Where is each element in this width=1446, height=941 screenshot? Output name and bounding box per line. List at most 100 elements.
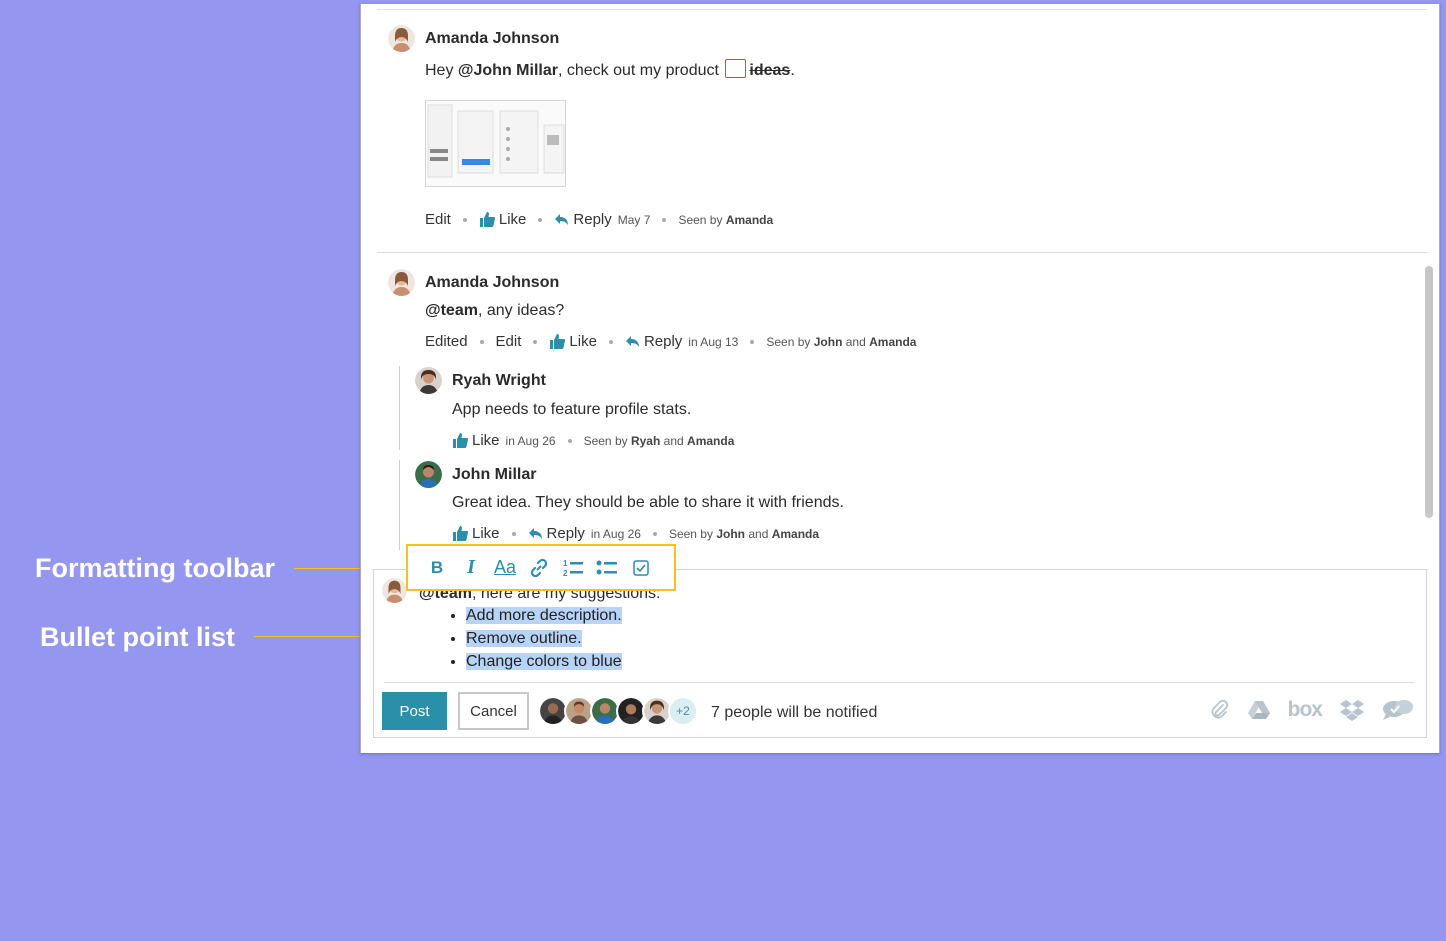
like-button[interactable]: Like — [452, 432, 500, 449]
seen-by: Seen by John and Amanda — [766, 335, 916, 349]
edit-link[interactable]: Edit — [425, 211, 451, 228]
reply-text: Great idea. They should be able to share… — [452, 494, 844, 511]
seen-by: Seen by Ryah and Amanda — [584, 434, 735, 448]
separator-dot — [538, 217, 543, 222]
reply-label: Reply — [546, 525, 585, 542]
seen-name: Amanda — [687, 433, 735, 448]
bullet-list[interactable]: Add more description. Remove outline. Ch… — [444, 604, 622, 673]
seen-by-prefix: Seen by — [678, 212, 723, 227]
reply-button[interactable]: Reply — [625, 333, 682, 350]
reply-author[interactable]: John Millar — [452, 466, 536, 484]
mention[interactable]: @John Millar — [458, 62, 558, 79]
thumbs-up-icon — [453, 433, 468, 448]
reply-button[interactable]: Reply — [528, 525, 585, 542]
mention[interactable]: @team — [425, 302, 478, 319]
list-item-text: Change colors to blue — [466, 653, 622, 670]
italic-button[interactable]: I — [454, 554, 488, 582]
avatar[interactable] — [388, 25, 415, 52]
timestamp: May 7 — [617, 212, 651, 227]
seen-and: and — [663, 433, 684, 448]
checkbox-icon — [633, 559, 649, 576]
link-icon — [530, 558, 548, 577]
list-item[interactable]: Remove outline. — [466, 627, 622, 650]
like-label: Like — [472, 525, 500, 542]
seen-name: Ryah — [630, 433, 661, 448]
comment-author[interactable]: Amanda Johnson — [425, 274, 559, 292]
chat-icon[interactable] — [1382, 699, 1414, 721]
separator-dot — [533, 339, 538, 344]
bold-icon: B — [430, 557, 444, 577]
like-label: Like — [569, 333, 597, 350]
like-button[interactable]: Like — [479, 211, 527, 228]
extra-count-badge[interactable]: +2 — [668, 696, 698, 726]
seen-name: Amanda — [771, 526, 820, 541]
bullet-list-button[interactable] — [590, 554, 624, 582]
seen-and: and — [748, 526, 769, 541]
reply-label: Reply — [573, 211, 612, 228]
edit-link[interactable]: Edit — [496, 333, 522, 350]
dropbox-icon[interactable] — [1340, 699, 1364, 721]
list-item-text: Remove outline. — [466, 630, 582, 647]
like-label: Like — [498, 211, 527, 228]
paperclip-icon[interactable] — [1208, 699, 1230, 721]
separator-dot — [608, 339, 613, 344]
comment-composer[interactable]: @team, here are my suggestions: Add more… — [373, 569, 1427, 738]
emoji-placeholder-icon — [725, 59, 747, 78]
avatar[interactable] — [415, 367, 442, 394]
attachment-thumbnail[interactable] — [425, 100, 566, 187]
thread-line — [399, 460, 400, 550]
callout-bullet-list: Bullet point list — [40, 622, 235, 652]
reply-author[interactable]: Ryah Wright — [452, 372, 546, 390]
reply-actions: Like in Aug 26 Seen by Ryah and Amanda — [452, 432, 734, 449]
separator-dot — [479, 339, 484, 344]
google-drive-icon[interactable] — [1247, 700, 1270, 720]
thread-line — [399, 366, 400, 450]
numbered-list-button[interactable]: 12 — [556, 554, 590, 582]
like-button[interactable]: Like — [452, 525, 500, 542]
box-icon[interactable]: box — [1288, 698, 1323, 722]
like-button[interactable]: Like — [549, 333, 597, 350]
seen-and: and — [845, 334, 866, 349]
comment-text-mid: , check out my product — [557, 62, 719, 79]
seen-name: Amanda — [869, 334, 917, 349]
thumbs-up-icon — [550, 334, 566, 349]
list-item[interactable]: Change colors to blue — [466, 650, 622, 673]
scrollbar[interactable] — [1425, 266, 1433, 518]
post-button[interactable]: Post — [382, 692, 447, 730]
reply-arrow-icon — [555, 214, 569, 225]
seen-by: Seen by John and Amanda — [669, 527, 819, 541]
separator-dot — [462, 217, 467, 222]
reply-actions: Like Reply in Aug 26 Seen by John and Am… — [452, 525, 819, 542]
cancel-button[interactable]: Cancel — [458, 692, 529, 730]
integrations-bar: box — [1208, 698, 1414, 722]
comment-text-prefix: Hey — [425, 62, 458, 79]
link-button[interactable] — [522, 554, 556, 582]
checkbox-button[interactable] — [624, 554, 658, 582]
reply-button[interactable]: Reply — [554, 211, 612, 228]
svg-text:1: 1 — [563, 559, 568, 568]
seen-by-prefix: Seen by — [583, 433, 628, 448]
list-item[interactable]: Add more description. — [466, 604, 622, 627]
timestamp: in Aug 26 — [590, 526, 641, 541]
comment-text-suffix: . — [790, 62, 795, 79]
bullet-list-icon — [596, 560, 617, 574]
separator-dot — [662, 217, 667, 222]
reply-arrow-icon — [528, 528, 542, 539]
font-size-button[interactable]: Aa — [488, 554, 522, 582]
separator-dot — [511, 531, 516, 536]
avatar[interactable] — [388, 269, 415, 296]
separator-dot — [652, 531, 657, 536]
strikethrough-word: ideas — [749, 62, 791, 79]
comment-author[interactable]: Amanda Johnson — [425, 30, 559, 48]
italic-icon: I — [467, 556, 475, 578]
comment-text: @team, any ideas? — [425, 302, 564, 320]
divider — [377, 9, 1427, 10]
svg-text:2: 2 — [563, 569, 568, 578]
list-item-text: Add more description. — [466, 607, 622, 624]
avatar[interactable] — [415, 461, 442, 488]
like-label: Like — [472, 432, 500, 449]
seen-by-prefix: Seen by — [766, 334, 811, 349]
bold-button[interactable]: B — [420, 554, 454, 582]
font-size-icon: Aa — [493, 557, 517, 577]
timestamp: in Aug 13 — [688, 334, 739, 349]
